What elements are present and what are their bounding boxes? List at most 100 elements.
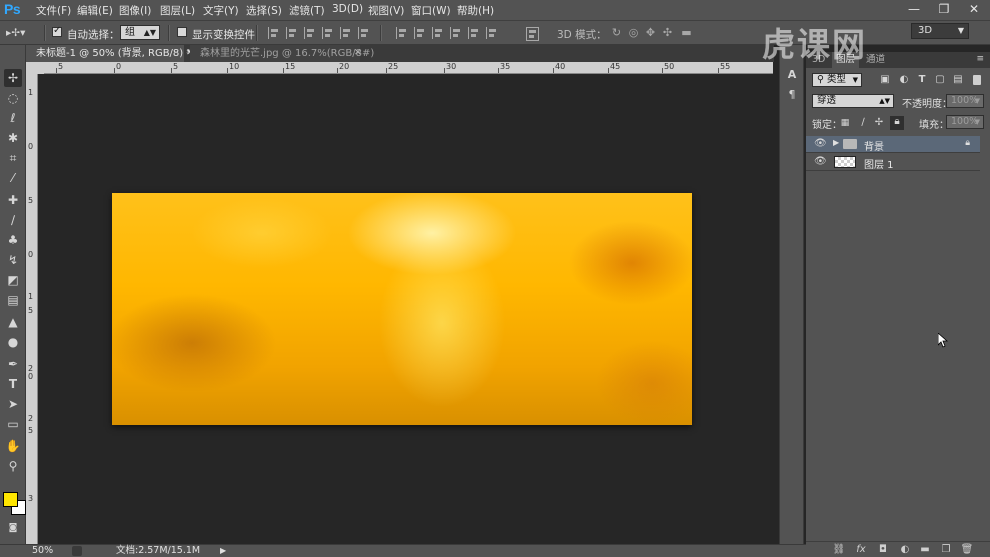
rectangle-tool-icon[interactable]: ▭ (4, 415, 22, 433)
fx-icon[interactable]: fx (854, 543, 868, 556)
3d-scale-icon[interactable]: ▬ (680, 26, 693, 39)
zoom-tool-icon[interactable]: ⚲ (4, 457, 22, 475)
eye-icon[interactable]: 👁︎ (814, 138, 827, 150)
menu-select[interactable]: 选择(S) (246, 3, 282, 18)
show-transform-checkbox[interactable] (177, 27, 187, 37)
character-panel-icon[interactable]: A (784, 67, 800, 83)
filter-smart-object-icon[interactable]: ▤ (952, 74, 964, 86)
align-right-icon[interactable] (358, 27, 370, 39)
menu-view[interactable]: 视图(V) (368, 3, 404, 18)
document-tab-bar: 未标题-1 @ 50% (背景, RGB/8) * ✕ 森林里的光芒.jpg @… (26, 45, 774, 62)
dodge-tool-icon[interactable]: ● (4, 333, 22, 351)
move-tool-icon[interactable]: ✢ (4, 69, 22, 87)
eraser-tool-icon[interactable]: ◩ (4, 271, 22, 289)
align-hcenter-icon[interactable] (340, 27, 352, 39)
filter-adjustment-icon[interactable]: ◐ (898, 74, 910, 86)
lock-transparent-icon[interactable]: ▦ (839, 117, 851, 129)
lock-position-icon[interactable]: ✢ (873, 117, 885, 129)
filter-type-icon[interactable]: T (916, 74, 928, 86)
blend-mode-dropdown[interactable]: 穿透 ▲▼ (812, 94, 894, 108)
quick-mask-icon[interactable]: ◙ (4, 519, 22, 537)
menu-layer[interactable]: 图层(L) (160, 3, 195, 18)
align-left-icon[interactable] (322, 27, 334, 39)
align-top-icon[interactable] (268, 27, 280, 39)
menu-edit[interactable]: 编辑(E) (77, 3, 113, 18)
filter-pixel-icon[interactable]: ▣ (879, 74, 891, 86)
lasso-tool-icon[interactable]: ℓ (4, 109, 22, 127)
type-tool-icon[interactable]: T (4, 375, 22, 393)
menu-window[interactable]: 窗口(W) (411, 3, 451, 18)
paragraph-panel-icon[interactable]: ¶ (784, 87, 800, 103)
eyedropper-tool-icon[interactable]: ⁄ (4, 169, 22, 187)
ruler-label: 5 (28, 306, 34, 315)
adjustment-layer-icon[interactable]: ◐ (898, 543, 912, 556)
auto-select-checkbox[interactable] (52, 25, 62, 37)
menu-help[interactable]: 帮助(H) (457, 3, 494, 18)
delete-layer-icon[interactable]: 🗑︎ (960, 543, 974, 556)
menu-file[interactable]: 文件(F) (36, 3, 71, 18)
horizontal-ruler[interactable]: 5 0 5 10 15 20 25 30 35 40 45 50 55 (44, 62, 773, 74)
eye-icon[interactable]: 👁︎ (814, 156, 827, 168)
tab-untitled-1[interactable]: 未标题-1 @ 50% (背景, RGB/8) * (26, 45, 191, 62)
canvas-area[interactable] (38, 74, 773, 544)
status-menu-arrow-icon[interactable]: ▶ (220, 545, 226, 557)
tab-forest-light[interactable]: 森林里的光芒.jpg @ 16.7%(RGB/8#) (190, 45, 374, 62)
gradient-tool-icon[interactable]: ▤ (4, 291, 22, 309)
zoom-level[interactable]: 50% (32, 545, 53, 557)
distribute-hcenter-icon[interactable] (468, 27, 480, 39)
layer-row-background-group[interactable]: 👁︎ ▶ 背景 🔒︎ (806, 136, 980, 153)
menu-filter[interactable]: 滤镜(T) (289, 3, 325, 18)
3d-slide-icon[interactable]: ✣ (661, 26, 674, 39)
distribute-bottom-icon[interactable] (432, 27, 444, 39)
expand-triangle-icon[interactable]: ▶ (833, 138, 839, 147)
layer-row-layer-1[interactable]: 👁︎ 图层 1 (806, 154, 980, 171)
menu-3d[interactable]: 3D(D) (332, 3, 363, 15)
clone-stamp-tool-icon[interactable]: ♣ (4, 231, 22, 249)
filter-toggle-icon[interactable] (973, 75, 981, 85)
history-brush-tool-icon[interactable]: ↯ (4, 251, 22, 269)
distribute-vcenter-icon[interactable] (414, 27, 426, 39)
distribute-top-icon[interactable] (396, 27, 408, 39)
3d-roll-icon[interactable]: ◎ (627, 26, 640, 39)
path-select-tool-icon[interactable]: ➤ (4, 395, 22, 413)
marquee-tool-icon[interactable]: ◌ (4, 89, 22, 107)
crop-tool-icon[interactable]: ⌗ (4, 149, 22, 167)
auto-align-icon[interactable] (526, 27, 539, 41)
document-canvas[interactable] (112, 193, 692, 425)
distribute-left-icon[interactable] (450, 27, 462, 39)
brush-tool-icon[interactable]: ∕ (4, 211, 22, 229)
ruler-label: 5 (58, 62, 64, 71)
distribute-right-icon[interactable] (486, 27, 498, 39)
move-tool-preset-icon[interactable]: ▸✢▾ (6, 27, 25, 39)
align-bottom-icon[interactable] (304, 27, 316, 39)
lock-all-icon[interactable]: 🔒︎ (890, 116, 904, 130)
new-group-icon[interactable]: ▬ (918, 543, 932, 556)
auto-select-dropdown[interactable]: 组 ▲▼ (120, 25, 160, 40)
close-icon[interactable]: ✕ (354, 48, 362, 58)
foreground-color-swatch[interactable] (3, 492, 18, 507)
quick-select-tool-icon[interactable]: ✱ (4, 129, 22, 147)
minimize-button[interactable]: — (900, 2, 928, 16)
link-layers-icon[interactable]: ⛓ (832, 543, 846, 556)
healing-brush-tool-icon[interactable]: ✚ (4, 191, 22, 209)
restore-button[interactable]: ❐ (930, 2, 958, 16)
3d-rotate-icon[interactable]: ↻ (610, 26, 623, 39)
pen-tool-icon[interactable]: ✒ (4, 355, 22, 373)
hand-tool-icon[interactable]: ✋ (4, 437, 22, 455)
add-mask-icon[interactable]: ◘ (876, 543, 890, 556)
filter-shape-icon[interactable]: ▢ (934, 74, 946, 86)
close-button[interactable]: ✕ (960, 2, 988, 16)
menu-type[interactable]: 文字(Y) (203, 3, 239, 18)
opacity-input[interactable]: 100% ▼ (946, 94, 984, 108)
filter-kind-dropdown[interactable]: ⚲ 类型 ▼ (812, 73, 862, 87)
new-layer-icon[interactable]: ❐ (939, 543, 953, 556)
vertical-ruler[interactable]: 1 0 5 0 1 5 2 0 2 5 3 (26, 74, 38, 544)
menu-image[interactable]: 图像(I) (119, 3, 151, 18)
ruler-tick (337, 68, 338, 73)
align-vcenter-icon[interactable] (286, 27, 298, 39)
share-icon[interactable] (72, 546, 82, 556)
blur-tool-icon[interactable]: ▲ (4, 313, 22, 331)
3d-pan-icon[interactable]: ✥ (644, 26, 657, 39)
fill-input[interactable]: 100% ▼ (946, 115, 984, 129)
lock-pixels-icon[interactable]: ∕ (857, 117, 869, 129)
